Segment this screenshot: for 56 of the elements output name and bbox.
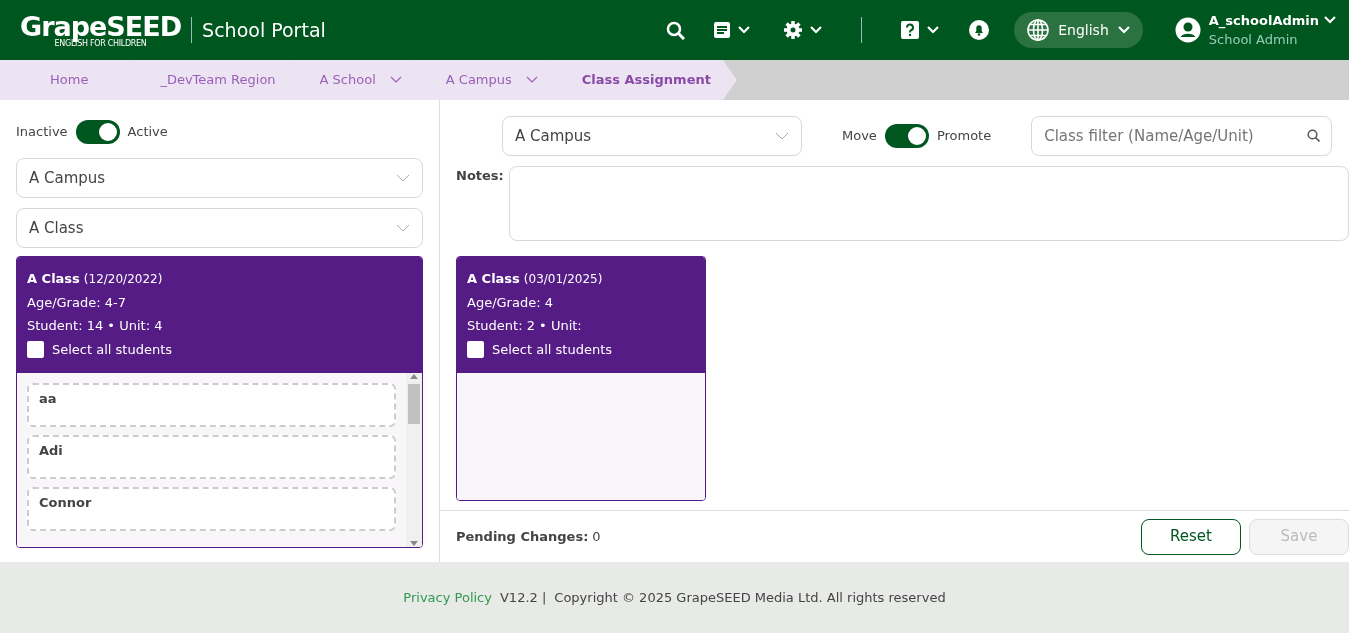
class-name: A Class — [467, 270, 520, 288]
campus-select[interactable]: A Campus — [16, 158, 423, 198]
class-select[interactable]: A Class — [16, 208, 423, 248]
action-button[interactable]: Reset — [1141, 518, 1241, 555]
checkbox-label: Select all students — [52, 340, 173, 359]
breadcrumb-item[interactable]: _DevTeam Region — [128, 60, 302, 100]
toggle-switch[interactable] — [884, 124, 929, 148]
notes-field[interactable] — [508, 166, 1349, 241]
user-role: School Admin — [1208, 31, 1299, 49]
toggle-label: Promote — [936, 127, 992, 146]
question-icon — [900, 20, 921, 40]
student-card[interactable]: Adi — [27, 435, 396, 479]
copyright-text: Copyright © 2025 GrapeSEED Media Ltd. All rights reserved — [554, 588, 946, 607]
checkbox[interactable] — [27, 340, 44, 358]
notes-label: Notes: — [456, 167, 504, 185]
toggle-label: Move — [842, 127, 877, 146]
search-icon[interactable] — [666, 20, 686, 40]
student-unit-text: Student: 2 • Unit: — [467, 317, 583, 335]
search-icon — [1307, 129, 1320, 142]
pending-changes-count: 0 — [592, 527, 601, 546]
student-card[interactable]: Connor — [27, 487, 396, 531]
logo-wordmark: GrapeSEED — [20, 12, 182, 40]
scrollbar-thumb[interactable] — [408, 384, 420, 424]
breadcrumb-item[interactable]: Home — [0, 60, 143, 100]
chevron-down-icon — [775, 132, 789, 140]
chevron-down-icon — [396, 224, 410, 232]
breadcrumb-item[interactable]: A Campus — [413, 60, 564, 100]
user-name[interactable]: A_schoolAdmin — [1208, 10, 1319, 30]
user-avatar-icon — [1174, 17, 1201, 43]
student-unit-text: Student: 14 • Unit: 4 — [27, 317, 164, 335]
scrollbar[interactable] — [406, 373, 422, 547]
class-date: (03/01/2025) — [523, 271, 603, 288]
breadcrumb-item[interactable]: A School — [287, 60, 428, 100]
breadcrumb-item[interactable]: Class Assignment — [549, 60, 737, 100]
globe-icon — [1026, 18, 1051, 42]
checkbox-label: Select all students — [492, 340, 613, 359]
scroll-down-icon — [409, 540, 419, 547]
student-card[interactable]: aa — [27, 383, 396, 427]
toggle-label: Active — [127, 123, 168, 142]
toggle-switch[interactable] — [75, 120, 120, 144]
class-name: A Class — [27, 270, 80, 288]
app-title: School Portal — [202, 17, 326, 43]
class-filter-field[interactable]: Class filter (Name/Age/Unit) — [1031, 116, 1332, 156]
gear-icon — [783, 20, 804, 40]
class-date: (12/20/2022) — [83, 271, 163, 288]
age-grade-text: Age/Grade: 4-7 — [27, 293, 127, 312]
bell-icon[interactable] — [968, 19, 991, 41]
toggle-label: Inactive — [16, 123, 68, 142]
age-grade-text: Age/Grade: 4 — [467, 293, 554, 312]
language-selector[interactable]: English — [1014, 12, 1143, 48]
pending-changes-label: Pending Changes: — [456, 527, 589, 546]
chevron-down-icon — [396, 174, 410, 182]
checkbox[interactable] — [467, 340, 484, 358]
campus-select[interactable]: A Campus — [502, 116, 802, 156]
version-text: V12.2 | — [499, 588, 547, 607]
document-icon — [713, 21, 732, 39]
